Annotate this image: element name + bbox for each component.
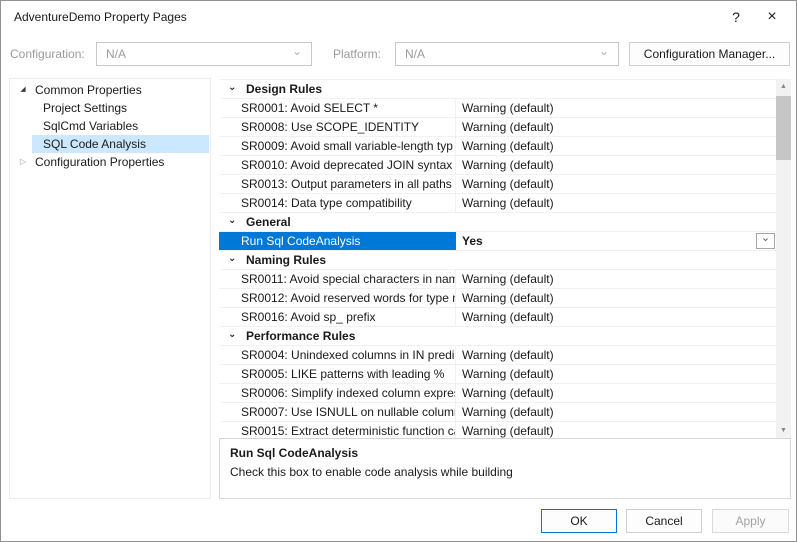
title-bar: AdventureDemo Property Pages ? × <box>1 1 796 33</box>
property-value[interactable]: Warning (default) <box>456 118 776 136</box>
platform-select[interactable]: N/A ⌄ <box>395 42 619 66</box>
property-name[interactable]: SR0007: Use ISNULL on nullable column <box>219 403 456 421</box>
property-name[interactable]: SR0013: Output parameters in all paths <box>219 175 456 193</box>
property-value[interactable]: Warning (default) <box>456 403 776 421</box>
group-header-naming-rules[interactable]: ⌄ Naming Rules <box>219 251 776 270</box>
configuration-value: N/A <box>106 47 126 61</box>
help-button[interactable]: ? <box>718 1 754 33</box>
property-value[interactable]: Warning (default) <box>456 156 776 174</box>
property-name[interactable]: SR0005: LIKE patterns with leading % <box>219 365 456 383</box>
property-row-sr0009[interactable]: SR0009: Avoid small variable-length typW… <box>219 137 776 156</box>
collapse-icon[interactable]: ◢ <box>16 81 30 99</box>
property-name[interactable]: Run Sql CodeAnalysis <box>219 232 456 250</box>
group-label: Design Rules <box>246 80 322 98</box>
tree-item-label: SQL Code Analysis <box>43 135 146 153</box>
property-value[interactable]: Yes⌄ <box>456 232 776 250</box>
property-name[interactable]: SR0008: Use SCOPE_IDENTITY <box>219 118 456 136</box>
tree-item-sql-code-analysis[interactable]: SQL Code Analysis <box>10 135 210 153</box>
property-name[interactable]: SR0009: Avoid small variable-length typ <box>219 137 456 155</box>
property-row-sr0007[interactable]: SR0007: Use ISNULL on nullable columnWar… <box>219 403 776 422</box>
property-row-sr0016[interactable]: SR0016: Avoid sp_ prefixWarning (default… <box>219 308 776 327</box>
chevron-down-icon: ⌄ <box>292 44 302 58</box>
property-pages-dialog: AdventureDemo Property Pages ? × Configu… <box>0 0 797 542</box>
property-row-sr0013[interactable]: SR0013: Output parameters in all pathsWa… <box>219 175 776 194</box>
property-row-sr0008[interactable]: SR0008: Use SCOPE_IDENTITYWarning (defau… <box>219 118 776 137</box>
property-name[interactable]: SR0014: Data type compatibility <box>219 194 456 212</box>
property-name[interactable]: SR0011: Avoid special characters in nam <box>219 270 456 288</box>
titlebar-buttons: ? × <box>718 1 796 33</box>
property-name[interactable]: SR0010: Avoid deprecated JOIN syntax <box>219 156 456 174</box>
tree-item-configuration-properties[interactable]: ▷ Configuration Properties <box>10 153 210 171</box>
property-value[interactable]: Warning (default) <box>456 99 776 117</box>
dropdown-button[interactable]: ⌄ <box>756 233 775 249</box>
property-name[interactable]: SR0015: Extract deterministic function c… <box>219 422 456 438</box>
expand-icon[interactable]: ▷ <box>16 153 30 171</box>
tree-item-common-properties[interactable]: ◢ Common Properties <box>10 81 210 99</box>
configuration-label: Configuration: <box>10 47 85 61</box>
window-title: AdventureDemo Property Pages <box>14 10 187 24</box>
property-grid: ⌄Design RulesSR0001: Avoid SELECT *Warni… <box>219 79 776 438</box>
configuration-manager-button[interactable]: Configuration Manager... <box>629 42 790 66</box>
tree-item-label: Common Properties <box>35 81 142 99</box>
tree-item-label: SqlCmd Variables <box>43 117 138 135</box>
property-row-run-sql-codeanalysis[interactable]: Run Sql CodeAnalysisYes⌄ <box>219 232 776 251</box>
group-header-general[interactable]: ⌄ General <box>219 213 776 232</box>
collapse-icon[interactable]: ⌄ <box>228 82 236 93</box>
property-value[interactable]: Warning (default) <box>456 175 776 193</box>
collapse-icon[interactable]: ⌄ <box>228 215 236 226</box>
property-row-sr0005[interactable]: SR0005: LIKE patterns with leading %Warn… <box>219 365 776 384</box>
property-value[interactable]: Warning (default) <box>456 194 776 212</box>
collapse-icon[interactable]: ⌄ <box>228 253 236 264</box>
group-label: Performance Rules <box>246 327 355 345</box>
scroll-down-icon[interactable]: ▼ <box>776 423 791 438</box>
property-row-sr0015[interactable]: SR0015: Extract deterministic function c… <box>219 422 776 438</box>
description-title: Run Sql CodeAnalysis <box>230 446 780 460</box>
property-value[interactable]: Warning (default) <box>456 384 776 402</box>
property-row-sr0010[interactable]: SR0010: Avoid deprecated JOIN syntaxWarn… <box>219 156 776 175</box>
property-name[interactable]: SR0006: Simplify indexed column expres <box>219 384 456 402</box>
property-name[interactable]: SR0001: Avoid SELECT * <box>219 99 456 117</box>
tree-item-label: Project Settings <box>43 99 127 117</box>
property-value[interactable]: Warning (default) <box>456 422 776 438</box>
description-text: Check this box to enable code analysis w… <box>230 465 780 479</box>
ok-button[interactable]: OK <box>541 509 617 533</box>
description-panel: Run Sql CodeAnalysis Check this box to e… <box>219 438 791 499</box>
property-row-sr0012[interactable]: SR0012: Avoid reserved words for type nW… <box>219 289 776 308</box>
group-header-design-rules[interactable]: ⌄ Design Rules <box>219 80 776 99</box>
property-row-sr0001[interactable]: SR0001: Avoid SELECT *Warning (default) <box>219 99 776 118</box>
property-value[interactable]: Warning (default) <box>456 308 776 326</box>
platform-label: Platform: <box>333 47 381 61</box>
tree-item-sqlcmd-variables[interactable]: SqlCmd Variables <box>10 117 210 135</box>
property-row-sr0006[interactable]: SR0006: Simplify indexed column expresWa… <box>219 384 776 403</box>
property-value[interactable]: Warning (default) <box>456 289 776 307</box>
property-row-sr0014[interactable]: SR0014: Data type compatibilityWarning (… <box>219 194 776 213</box>
property-row-sr0011[interactable]: SR0011: Avoid special characters in namW… <box>219 270 776 289</box>
group-label: General <box>246 213 291 231</box>
property-value[interactable]: Warning (default) <box>456 346 776 364</box>
vertical-scrollbar[interactable]: ▲ ▼ <box>776 79 791 438</box>
chevron-down-icon: ⌄ <box>761 232 770 247</box>
property-name[interactable]: SR0004: Unindexed columns in IN predic <box>219 346 456 364</box>
group-label: Naming Rules <box>246 251 326 269</box>
tree-item-project-settings[interactable]: Project Settings <box>10 99 210 117</box>
scrollbar-thumb[interactable] <box>776 96 791 160</box>
property-value[interactable]: Warning (default) <box>456 270 776 288</box>
category-tree: ◢ Common PropertiesProject SettingsSqlCmd… <box>9 78 211 499</box>
tree-item-label: Configuration Properties <box>35 153 164 171</box>
group-header-performance-rules[interactable]: ⌄ Performance Rules <box>219 327 776 346</box>
property-value[interactable]: Warning (default) <box>456 137 776 155</box>
chevron-down-icon: ⌄ <box>599 44 609 58</box>
collapse-icon[interactable]: ⌄ <box>228 329 236 340</box>
property-name[interactable]: SR0016: Avoid sp_ prefix <box>219 308 456 326</box>
platform-value: N/A <box>405 47 425 61</box>
scroll-up-icon[interactable]: ▲ <box>776 79 791 94</box>
property-name[interactable]: SR0012: Avoid reserved words for type n <box>219 289 456 307</box>
configuration-select[interactable]: N/A ⌄ <box>96 42 312 66</box>
property-row-sr0004[interactable]: SR0004: Unindexed columns in IN predicWa… <box>219 346 776 365</box>
close-button[interactable]: × <box>754 1 790 33</box>
property-value[interactable]: Warning (default) <box>456 365 776 383</box>
apply-button[interactable]: Apply <box>712 509 789 533</box>
cancel-button[interactable]: Cancel <box>626 509 702 533</box>
